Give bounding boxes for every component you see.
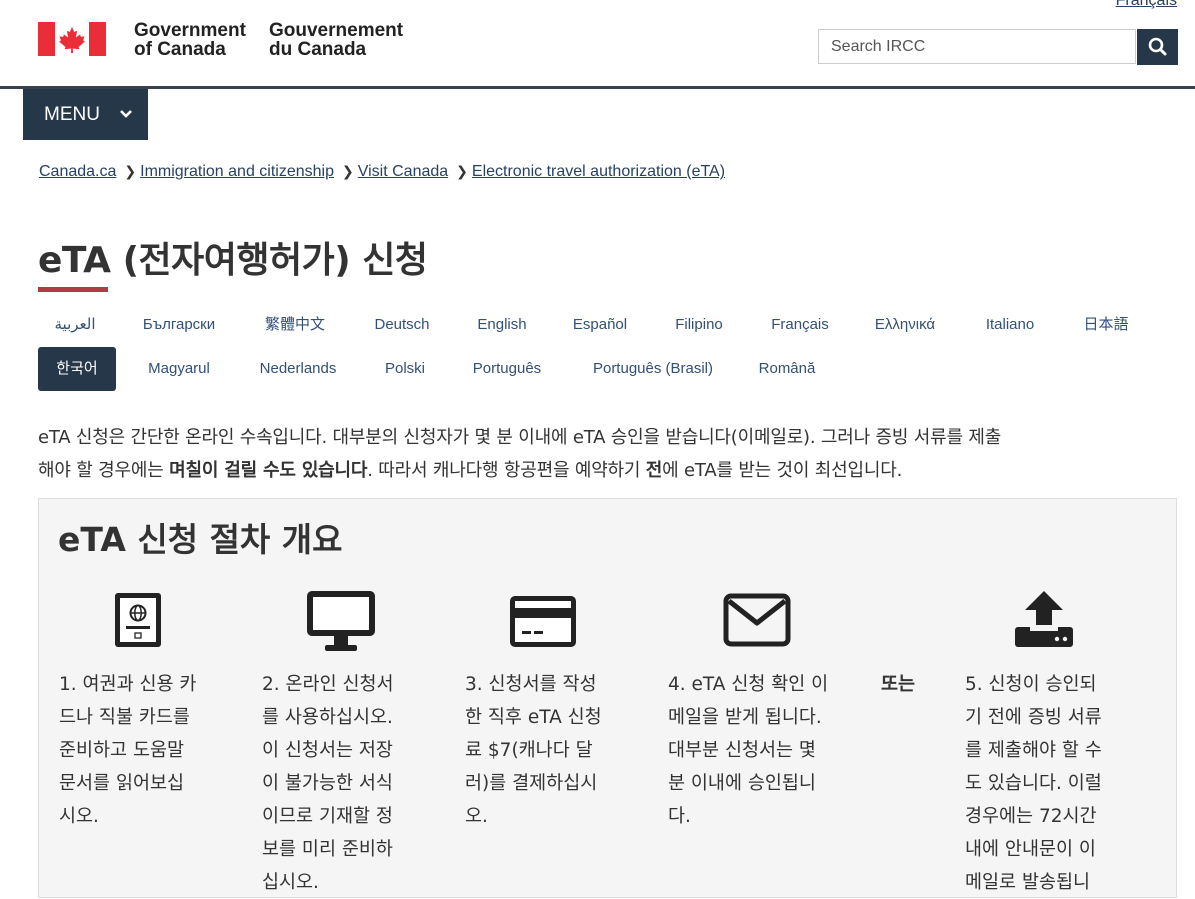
step-line: 십시오. [262, 872, 319, 893]
menu-button[interactable]: MENU [23, 89, 148, 140]
step-line: 료 $7(캐나다 달 [465, 740, 593, 761]
intro-emphasis-before: 전 [645, 460, 663, 481]
lang-arabic[interactable]: العربية [38, 303, 112, 347]
step-line: 분 이내에 승인됩니 [668, 773, 816, 794]
signature-en-line2: of Canada [134, 39, 226, 60]
step-line: 경우에는 72시간 [965, 806, 1097, 827]
step-4-text: 4. eTA 신청 확인 이 메일을 받게 됩니다. 대부분 신청서는 몇 분 … [668, 668, 828, 833]
lang-italian[interactable]: Italiano [970, 303, 1050, 347]
lang-hungarian[interactable]: Magyarul [136, 347, 222, 391]
signature-en-line1: Government [134, 20, 246, 41]
breadcrumb-chevron-icon: ❯ [456, 163, 468, 179]
step-5-text: 5. 신청이 승인되 기 전에 증빙 서류 를 제출해야 할 수 도 있습니다.… [965, 668, 1102, 899]
intro-paragraph: eTA 신청은 간단한 온라인 수속입니다. 대부분의 신청자가 몇 분 이내에… [38, 421, 1183, 487]
signature-french: Gouvernement du Canada [269, 21, 403, 59]
step-line: 문서를 읽어보십 [59, 773, 185, 794]
step-line: 이 신청서는 저장 [262, 740, 393, 761]
step-line: 4. eTA 신청 확인 이 [668, 674, 829, 695]
lang-chinese-traditional[interactable]: 繁體中文 [250, 303, 340, 347]
breadcrumb-chevron-icon: ❯ [124, 163, 137, 179]
lang-portuguese-brazil[interactable]: Português (Brasil) [578, 347, 728, 391]
canada-flag-icon [38, 22, 106, 56]
lang-romanian[interactable]: Română [750, 347, 824, 391]
search-icon [1148, 37, 1167, 56]
lang-french[interactable]: Français [760, 303, 840, 347]
step-line: 러)를 결제하십시 [465, 773, 598, 794]
intro-line2: 해야 할 경우에는 며칠이 걸릴 수도 있습니다. 따라서 캐나다행 항공편을 … [38, 454, 1183, 487]
step-line: 시오. [59, 806, 99, 827]
step-line: 기 전에 증빙 서류 [965, 707, 1102, 728]
overview-heading: eTA 신청 절차 개요 [58, 520, 343, 559]
step-line: 3. 신청서를 작성 [465, 674, 597, 695]
breadcrumb: Canada.ca ❯ Immigration and citizenship ❯ Vi… [39, 163, 725, 181]
step-line: 보를 미리 준비하 [262, 839, 393, 860]
search-button[interactable] [1137, 29, 1178, 65]
step-line: 메일을 받게 됩니다. [668, 707, 822, 728]
lang-greek[interactable]: Ελληνικά [862, 303, 948, 347]
lang-korean-selected[interactable]: 한국어 [38, 347, 116, 391]
intro-text: . 따라서 캐나다행 항공편을 예약하기 [367, 460, 646, 481]
lang-spanish[interactable]: Español [562, 303, 638, 347]
title-underline [38, 287, 108, 292]
breadcrumb-visit-canada[interactable]: Visit Canada [358, 163, 448, 180]
step-line: 를 사용하십시오. [262, 707, 393, 728]
step-line: 이 불가능한 서식 [262, 773, 393, 794]
step-line: 한 직후 eTA 신청 [465, 707, 602, 728]
step-line: 오. [465, 806, 488, 827]
step-line: 대부분 신청서는 몇 [668, 740, 816, 761]
step-line: 이므로 기재할 정 [262, 806, 393, 827]
breadcrumb-canada[interactable]: Canada.ca [39, 163, 116, 180]
step-line: 메일로 발송됩니 [965, 872, 1091, 893]
step-line: 도 있습니다. 이럴 [965, 773, 1102, 794]
step-3-text: 3. 신청서를 작성 한 직후 eTA 신청 료 $7(캐나다 달 러)를 결제… [465, 668, 602, 833]
signature-fr-line2: du Canada [269, 39, 367, 60]
intro-text: 해야 할 경우에는 [38, 460, 170, 481]
signature-fr-line1: Gouvernement [269, 20, 404, 41]
step-line: 드나 직불 카드를 [59, 707, 190, 728]
lang-dutch[interactable]: Nederlands [244, 347, 352, 391]
lang-german[interactable]: Deutsch [362, 303, 442, 347]
search-input[interactable] [818, 29, 1136, 64]
lang-filipino[interactable]: Filipino [660, 303, 738, 347]
step-1-text: 1. 여권과 신용 카 드나 직불 카드를 준비하고 도움말 문서를 읽어보십 … [59, 668, 196, 833]
envelope-icon [723, 593, 791, 647]
intro-line1: eTA 신청은 간단한 온라인 수속입니다. 대부분의 신청자가 몇 분 이내에… [38, 427, 1002, 448]
step-line: 준비하고 도움말 [59, 740, 185, 761]
step-line: 내에 안내문이 이 [965, 839, 1096, 860]
lang-bulgarian[interactable]: Български [130, 303, 228, 347]
passport-icon [115, 593, 161, 647]
step-line: 1. 여권과 신용 카 [59, 674, 197, 695]
intro-emphasis: 며칠이 걸릴 수도 있습니다 [169, 460, 368, 481]
lang-japanese[interactable]: 日本語 [1072, 303, 1140, 347]
lang-portuguese[interactable]: Português [458, 347, 556, 391]
overview-panel: eTA 신청 절차 개요 1. 여권과 신용 카 드나 직불 카드를 준비하고 … [38, 498, 1177, 898]
page-title: eTA (전자여행허가) 신청 [38, 240, 428, 281]
chevron-down-icon [120, 110, 132, 118]
step-line: 를 제출해야 할 수 [965, 740, 1102, 761]
lang-english[interactable]: English [464, 303, 540, 347]
or-label: 또는 [881, 674, 916, 695]
site-header: Government of Canada Gouvernement du Can… [0, 0, 1195, 89]
signature-english: Government of Canada [134, 21, 246, 59]
upload-icon [1015, 591, 1073, 647]
lang-polish[interactable]: Polski [374, 347, 436, 391]
credit-card-icon [510, 596, 576, 647]
step-line: 다. [668, 806, 691, 827]
breadcrumb-immigration[interactable]: Immigration and citizenship [140, 163, 334, 180]
step-line: 5. 신청이 승인되 [965, 674, 1097, 695]
breadcrumb-chevron-icon: ❯ [342, 163, 354, 179]
monitor-icon [307, 591, 375, 651]
breadcrumb-eta[interactable]: Electronic travel authorization (eTA) [472, 163, 725, 180]
step-line: 2. 온라인 신청서 [262, 674, 394, 695]
step-2-text: 2. 온라인 신청서 를 사용하십시오. 이 신청서는 저장 이 불가능한 서식… [262, 668, 394, 899]
intro-text: 에 eTA를 받는 것이 최선입니다. [662, 460, 903, 481]
menu-label: MENU [44, 103, 100, 125]
